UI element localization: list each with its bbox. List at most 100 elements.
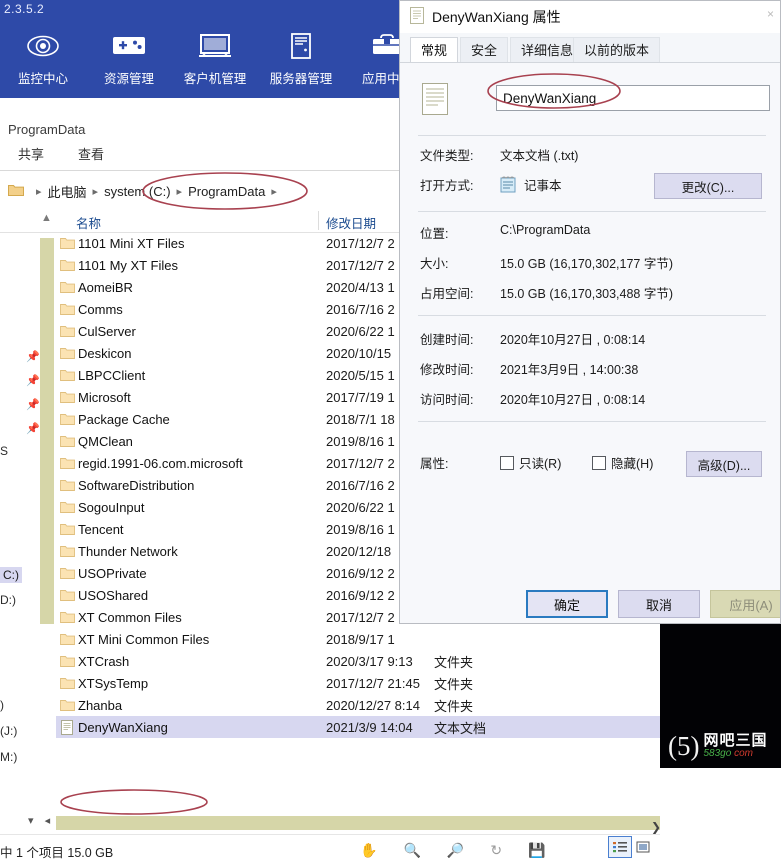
table-row[interactable]: DenyWanXiang 2021/3/9 14:04 文本文档: [56, 716, 660, 738]
file-name-cell: Deskicon: [78, 345, 132, 361]
row-location: 位置: C:\ProgramData: [400, 223, 780, 245]
folder-icon: [56, 391, 78, 404]
text-file-icon: [56, 719, 78, 735]
folder-icon: [56, 435, 78, 448]
close-icon[interactable]: ×: [767, 7, 774, 21]
column-divider[interactable]: [318, 211, 319, 230]
file-name-cell: Microsoft: [78, 389, 131, 405]
file-name-cell: Tencent: [78, 521, 124, 537]
value-location: C:\ProgramData: [500, 223, 591, 237]
ribbon-tab-view[interactable]: 查看: [78, 144, 104, 163]
value-file-type: 文本文档 (.txt): [500, 149, 579, 163]
value-open-with: 记事本: [524, 179, 562, 193]
watermark-number: (5): [668, 730, 700, 761]
breadcrumb-system-c[interactable]: system (C:): [104, 184, 170, 199]
nav-label: 资源管理: [103, 72, 154, 86]
sort-ascending-icon[interactable]: ▲: [41, 212, 52, 224]
dialog-tabs: 常规 安全 详细信息 以前的版本: [400, 37, 780, 63]
file-name-cell: Thunder Network: [78, 543, 178, 559]
folder-icon: [56, 325, 78, 338]
ok-button[interactable]: 确定: [526, 590, 608, 618]
row-size-on-disk: 占用空间: 15.0 GB (16,170,303,488 字节): [400, 283, 780, 305]
details-view-button[interactable]: [608, 836, 632, 858]
divider: [418, 421, 766, 422]
nav-fragment-drive-c[interactable]: C:): [0, 567, 22, 583]
apply-button[interactable]: 应用(A): [710, 590, 780, 618]
row-accessed: 访问时间: 2020年10月27日 , 0:08:14: [400, 389, 780, 411]
nav-fragment-drive-d[interactable]: D:): [0, 593, 16, 607]
zoom-in-icon[interactable]: 🔍: [403, 842, 420, 859]
row-created: 创建时间: 2020年10月27日 , 0:08:14: [400, 329, 780, 351]
cancel-button[interactable]: 取消: [618, 590, 700, 618]
checkbox-box[interactable]: [592, 455, 606, 470]
file-name-cell: XT Common Files: [78, 609, 182, 625]
table-row[interactable]: XTCrash 2020/3/17 9:13 文件夹: [56, 650, 660, 672]
file-date-cell: 2020/3/17 9:13: [326, 653, 413, 669]
readonly-label: 只读(R): [519, 457, 562, 471]
readonly-checkbox[interactable]: 只读(R): [500, 453, 561, 472]
breadcrumb-this-pc[interactable]: 此电脑: [48, 182, 87, 201]
file-type-cell: 文本文档: [434, 720, 487, 736]
zoom-out-icon[interactable]: 🔎: [447, 842, 464, 859]
chevron-left-icon[interactable]: ◂: [45, 815, 51, 827]
divider: [418, 211, 766, 212]
text-file-icon: [422, 83, 448, 118]
nav-pane-scrollbar[interactable]: [40, 238, 54, 628]
navigation-pane: 📌 📌 📌 📌 S C:) D:) ) (J:) M:): [0, 232, 40, 764]
nav-fragment[interactable]: ): [0, 698, 4, 712]
table-row[interactable]: Zhanba 2020/12/27 8:14 文件夹: [56, 694, 660, 716]
save-icon[interactable]: 💾: [528, 842, 545, 859]
divider: [418, 315, 766, 316]
file-name-input[interactable]: DenyWanXiang: [496, 85, 770, 111]
folder-icon: [56, 237, 78, 250]
dialog-body: DenyWanXiang 文件类型: 文本文档 (.txt) 打开方式: 记事本…: [400, 63, 780, 583]
value-size-on-disk: 15.0 GB (16,170,303,488 字节): [500, 287, 674, 301]
tab-security[interactable]: 安全: [460, 37, 509, 63]
nav-item-monitor-center[interactable]: 监控中心: [0, 22, 86, 87]
file-name-cell: XTCrash: [78, 653, 130, 669]
chevron-right-icon[interactable]: ❯: [651, 820, 661, 834]
checkbox-box[interactable]: [500, 455, 514, 470]
change-button[interactable]: 更改(C)...: [654, 173, 762, 199]
folder-icon: [56, 369, 78, 382]
status-text: 中 1 个项目 15.0 GB: [0, 845, 114, 860]
watermark-cn: 网吧三国: [703, 731, 768, 749]
file-name-value: DenyWanXiang: [503, 90, 597, 106]
nav-fragment-drive-m[interactable]: M:): [0, 750, 17, 764]
watermark: (5) 网吧三国 583go com: [668, 726, 781, 766]
scroll-arrows[interactable]: ▾ ◂: [28, 814, 50, 827]
refresh-icon[interactable]: ↻: [490, 842, 502, 859]
ribbon-tab-share[interactable]: 共享: [18, 144, 44, 163]
folder-icon: [56, 545, 78, 558]
label-file-type: 文件类型:: [420, 149, 474, 163]
nav-fragment[interactable]: S: [0, 444, 8, 458]
table-row[interactable]: XT Mini Common Files 2018/9/17 1: [56, 628, 660, 650]
app-nav-row: 监控中心 资源管理 客户机管理 服务器管理 应用中心: [0, 22, 430, 98]
advanced-button[interactable]: 高级(D)...: [686, 451, 762, 477]
breadcrumb-programdata[interactable]: ProgramData: [188, 184, 265, 199]
table-row[interactable]: XTSysTemp 2017/12/7 21:45 文件夹: [56, 672, 660, 694]
hidden-checkbox[interactable]: 隐藏(H): [592, 453, 653, 472]
tab-general[interactable]: 常规: [410, 37, 459, 63]
notepad-icon: [500, 176, 516, 196]
tab-previous-versions[interactable]: 以前的版本: [573, 37, 661, 63]
column-header-date[interactable]: 修改日期: [326, 213, 376, 232]
nav-item-resource-manage[interactable]: 资源管理: [86, 22, 172, 87]
chevron-down-icon[interactable]: ▾: [28, 815, 34, 827]
hand-icon[interactable]: ✋: [360, 842, 377, 859]
folder-icon: [56, 479, 78, 492]
file-type-cell: 文件夹: [434, 676, 474, 692]
view-mode-buttons: [608, 836, 654, 858]
column-header-name[interactable]: 名称: [76, 213, 101, 232]
nav-item-client-manage[interactable]: 客户机管理: [172, 22, 258, 87]
folder-icon: [56, 699, 78, 712]
file-properties-dialog: DenyWanXiang 属性 × 常规 安全 详细信息 以前的版本 DenyW…: [399, 0, 781, 624]
monitor-icon: [197, 26, 233, 66]
large-icons-view-button[interactable]: [632, 837, 654, 857]
horizontal-scrollbar[interactable]: [56, 816, 660, 830]
nav-fragment-drive-j[interactable]: (J:): [0, 724, 17, 738]
pin-icon: 📌: [26, 423, 40, 435]
label-location: 位置:: [420, 227, 449, 241]
nav-item-server-manage[interactable]: 服务器管理: [258, 22, 344, 87]
eye-icon: [26, 26, 60, 66]
